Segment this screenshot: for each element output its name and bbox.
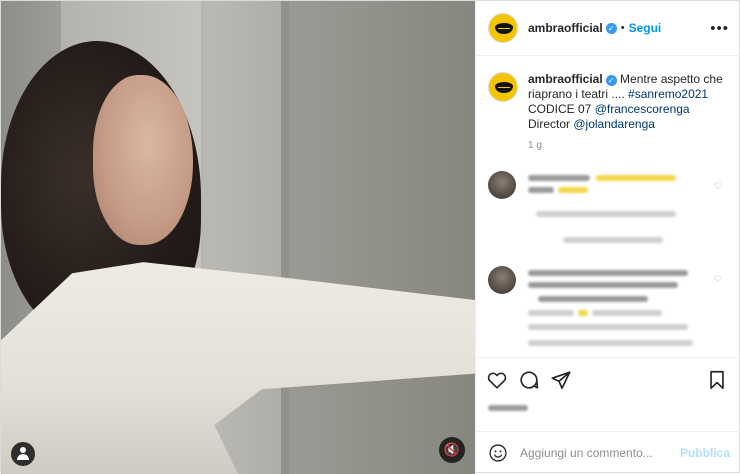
- post-header: ambraofficial ✓ • Segui •••: [476, 1, 740, 56]
- view-replies-blurred[interactable]: [563, 237, 663, 243]
- caption-body: CODICE 07: [528, 102, 595, 116]
- mention-link[interactable]: @jolandarenga: [573, 117, 655, 131]
- comment-text-blurred: [538, 296, 648, 302]
- comment-text-blurred: [528, 270, 688, 276]
- user-tag-icon[interactable]: [11, 442, 35, 466]
- commenter-avatar[interactable]: [488, 266, 516, 294]
- more-options-icon[interactable]: •••: [710, 20, 729, 37]
- caption-block: ambraofficial ✓ Mentre aspetto che riapra…: [476, 56, 740, 132]
- separator-dot: •: [620, 22, 625, 34]
- comment-text-blurred: [596, 175, 676, 181]
- comment-meta-blurred: [528, 340, 693, 346]
- comment-text-blurred: [528, 187, 554, 193]
- username[interactable]: ambraofficial: [528, 21, 603, 35]
- comment-like-icon[interactable]: ♡: [714, 274, 722, 285]
- bookmark-icon[interactable]: [706, 369, 728, 391]
- post-timestamp[interactable]: 1 g: [476, 132, 740, 151]
- lips-logo-icon: [495, 82, 513, 93]
- caption-username[interactable]: ambraofficial: [528, 72, 603, 86]
- caption-body: Director: [528, 117, 574, 131]
- add-comment-bar: Pubblica: [476, 431, 740, 474]
- comment-text-blurred: [528, 282, 678, 288]
- instagram-post-modal: 🔇 ambraofficial ✓ • Segui ••• ambraoffic…: [0, 0, 740, 474]
- view-count-blurred-text: [488, 405, 528, 411]
- comment-username-blurred: [528, 175, 590, 181]
- comment-bubble-icon[interactable]: [518, 369, 540, 391]
- publish-button[interactable]: Pubblica: [680, 446, 730, 460]
- caption-text: ambraofficial ✓ Mentre aspetto che riapra…: [528, 72, 729, 132]
- smiley-icon[interactable]: [488, 443, 508, 463]
- comment-text-blurred: [592, 310, 662, 316]
- follow-button[interactable]: Segui: [629, 21, 662, 35]
- avatar[interactable]: [488, 72, 518, 102]
- comment-meta-blurred: [528, 324, 688, 330]
- comment-like-icon[interactable]: ♡: [714, 181, 722, 192]
- verified-badge-icon: ✓: [605, 75, 617, 86]
- post-video[interactable]: 🔇: [1, 1, 475, 474]
- post-sidebar: ambraofficial ✓ • Segui ••• ambraofficia…: [475, 1, 740, 474]
- action-bar: [476, 357, 740, 401]
- heart-icon[interactable]: [486, 369, 508, 391]
- speaker-muted-icon[interactable]: 🔇: [439, 437, 465, 463]
- comment-text-blurred: [558, 187, 588, 193]
- woman-face: [93, 75, 193, 245]
- comment-meta-blurred: [536, 211, 676, 217]
- verified-badge-icon: ✓: [605, 22, 617, 34]
- avatar[interactable]: [488, 13, 518, 43]
- lips-logo-icon: [495, 23, 513, 34]
- elevator-wall-seam: [281, 1, 289, 474]
- elevator-wall-panel: [289, 1, 475, 474]
- comment-text-blurred: [578, 310, 588, 316]
- comment-text-blurred: [528, 310, 574, 316]
- mention-link[interactable]: @francescorenga: [595, 102, 690, 116]
- commenter-avatar[interactable]: [488, 171, 516, 199]
- paper-plane-icon[interactable]: [550, 369, 572, 391]
- hashtag-link[interactable]: #sanremo2021: [628, 87, 708, 101]
- comment-input[interactable]: [520, 446, 670, 460]
